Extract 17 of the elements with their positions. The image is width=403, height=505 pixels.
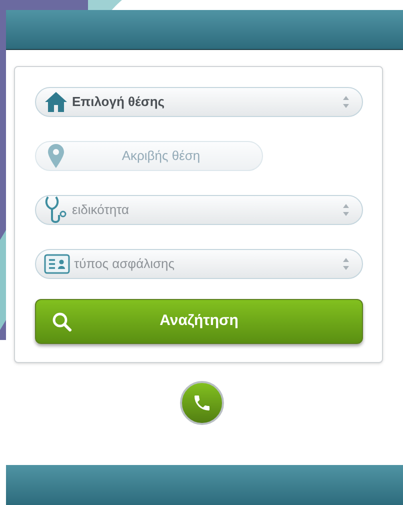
call-button[interactable] bbox=[180, 381, 224, 425]
search-button[interactable]: Αναζήτηση bbox=[35, 299, 363, 344]
select-field[interactable]: ειδικότητα bbox=[35, 195, 363, 225]
stethoscope-icon bbox=[44, 195, 68, 225]
house-icon bbox=[44, 91, 68, 113]
search-icon bbox=[52, 312, 72, 332]
select-placeholder: ειδικότητα bbox=[72, 201, 130, 220]
stepper-arrows-icon bbox=[342, 203, 350, 217]
id-card-icon bbox=[44, 254, 70, 274]
phone-icon bbox=[192, 393, 212, 413]
stepper-arrows-icon bbox=[342, 95, 350, 109]
select-placeholder: τύπος ασφάλισης bbox=[74, 255, 176, 274]
stepper-arrows-icon bbox=[342, 257, 350, 271]
select-value: Επιλογή θέσης bbox=[72, 93, 166, 112]
select-field[interactable]: τύπος ασφάλισης bbox=[35, 249, 363, 279]
map-pin-icon bbox=[48, 144, 64, 168]
select-field[interactable]: Επιλογή θέσης bbox=[35, 87, 363, 117]
